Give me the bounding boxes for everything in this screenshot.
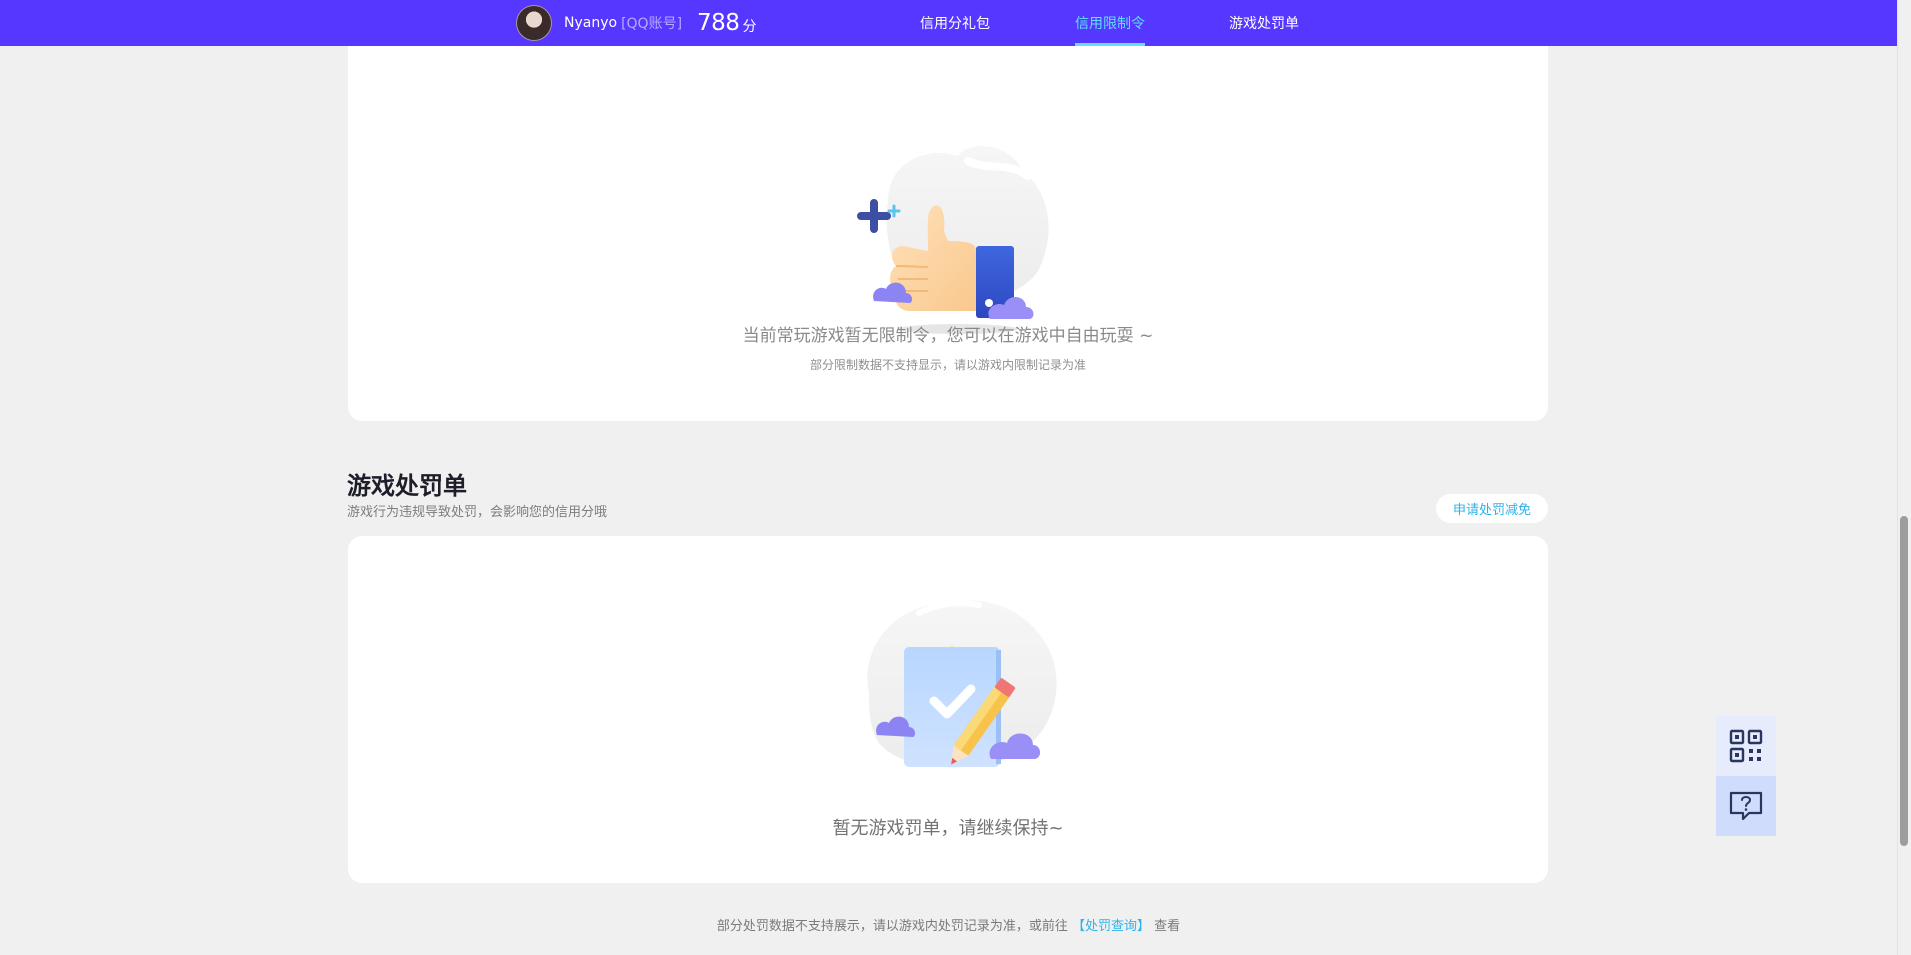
- restriction-empty-text: 当前常玩游戏暂无限制令，您可以在游戏中自由玩耍 ~: [742, 326, 1154, 346]
- help-chat-icon: [1729, 791, 1763, 821]
- nav-credit-gift[interactable]: 信用分礼包: [920, 0, 990, 46]
- restriction-note: 部分限制数据不支持显示，请以游戏内限制记录为准: [809, 358, 1086, 372]
- help-button[interactable]: [1716, 776, 1776, 836]
- penalty-section-description: 游戏行为违规导致处罚，会影响您的信用分哦: [347, 505, 608, 520]
- penalty-query-link[interactable]: 【处罚查询】: [1072, 919, 1150, 934]
- avatar[interactable]: [516, 5, 552, 41]
- nav-credit-restriction[interactable]: 信用限制令: [1075, 0, 1145, 46]
- scrollbar-thumb[interactable]: [1900, 516, 1908, 846]
- score-unit: 分: [742, 19, 757, 35]
- active-nav-underline: [1075, 43, 1145, 46]
- clipboard-check-illustration: [867, 600, 1057, 768]
- nav-game-penalty[interactable]: 游戏处罚单: [1229, 0, 1299, 46]
- apply-penalty-reduction-button[interactable]: 申请处罚减免: [1436, 494, 1548, 523]
- footer-text-after: 查看: [1154, 919, 1181, 934]
- restriction-card: 当前常玩游戏暂无限制令，您可以在游戏中自由玩耍 ~ 部分限制数据不支持显示，请以…: [348, 46, 1548, 421]
- credit-score: 788: [697, 10, 740, 36]
- footer-note: 部分处罚数据不支持展示，请以游戏内处罚记录为准，或前往 【处罚查询】 查看: [0, 915, 1897, 934]
- account-type: [QQ账号]: [621, 16, 683, 32]
- penalty-empty-text: 暂无游戏罚单，请继续保持~: [832, 818, 1064, 839]
- user-info: Nyanyo [QQ账号] 788 分: [516, 4, 756, 42]
- username: Nyanyo: [564, 15, 618, 31]
- thumbs-up-illustration: [857, 146, 1049, 334]
- penalty-section-title: 游戏处罚单: [347, 472, 467, 500]
- footer-text-before: 部分处罚数据不支持展示，请以游戏内处罚记录为准，或前往: [716, 919, 1068, 934]
- qr-code-button[interactable]: [1716, 716, 1776, 776]
- penalty-card: 暂无游戏罚单，请继续保持~: [348, 536, 1548, 883]
- qr-code-icon: [1729, 729, 1763, 763]
- top-nav-bar: Nyanyo [QQ账号] 788 分 信用分礼包 信用限制令 游戏处罚单: [0, 0, 1897, 46]
